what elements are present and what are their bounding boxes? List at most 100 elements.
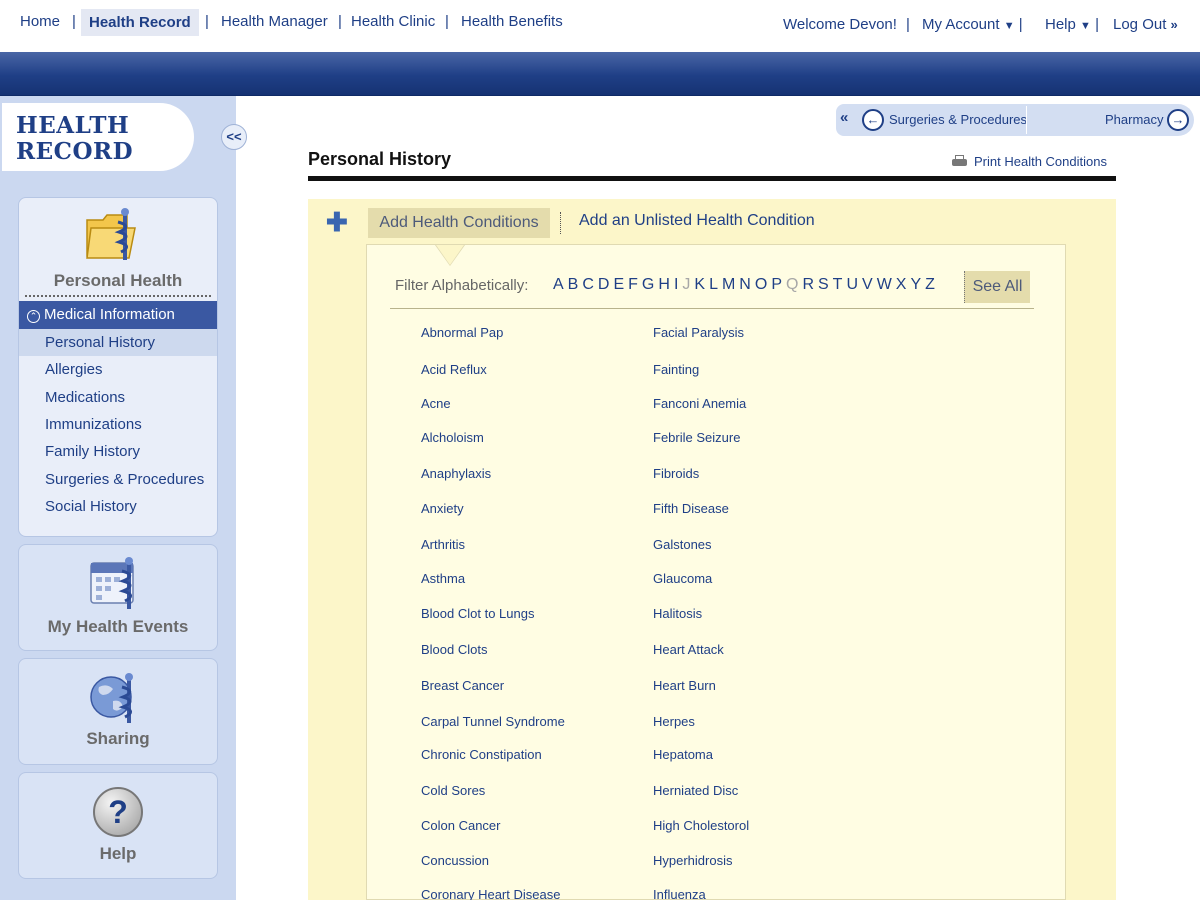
nav-health-benefits-link[interactable]: Health Benefits [461,13,563,30]
letter-filter-o[interactable]: O [755,276,767,293]
letter-filter-g[interactable]: G [642,276,654,293]
condition-link[interactable]: Coronary Heart Disease [421,887,560,900]
condition-link[interactable]: Blood Clot to Lungs [421,606,534,621]
condition-link[interactable]: Asthma [421,571,465,586]
question-mark-icon: ? [93,787,143,837]
letter-filter-z[interactable]: Z [925,276,935,293]
letter-filter-c[interactable]: C [582,276,594,293]
collapse-sidebar-button[interactable]: << [221,124,247,150]
next-section-button[interactable]: → [1167,109,1189,131]
letter-filter-v[interactable]: V [862,276,873,293]
condition-link[interactable]: Abnormal Pap [421,325,503,340]
condition-link[interactable]: Blood Clots [421,642,487,657]
letter-filter-a[interactable]: A [553,276,564,293]
my-health-events-panel[interactable]: My Health Events [18,544,218,651]
condition-link[interactable]: Herpes [653,714,695,729]
sidebar-item-family-history[interactable]: Family History [19,438,217,465]
sidebar-item-allergies[interactable]: Allergies [19,356,217,383]
logo-line-1: HEALTH [16,112,130,139]
medical-information-header[interactable]: ⌃ Medical Information [19,301,217,329]
my-account-menu[interactable]: My Account ▼ | [922,16,1023,33]
letter-filter-i[interactable]: I [674,276,678,293]
nav-health-clinic-link[interactable]: Health Clinic [351,13,435,30]
condition-link[interactable]: Colon Cancer [421,818,501,833]
letter-filter-q: Q [785,276,799,293]
folder-health-icon [86,208,136,260]
double-chevron-down-icon: » [1170,17,1178,32]
help-panel[interactable]: ? Help [18,772,218,879]
previous-section-button[interactable]: ← [862,109,884,131]
condition-link[interactable]: Hyperhidrosis [653,853,732,868]
condition-link[interactable]: Heart Attack [653,642,724,657]
condition-link[interactable]: Concussion [421,853,489,868]
nav-health-manager-link[interactable]: Health Manager [221,13,328,30]
condition-link[interactable]: Influenza [653,887,706,900]
letter-filter-x[interactable]: X [896,276,907,293]
condition-link[interactable]: High Cholestorol [653,818,749,833]
condition-link[interactable]: Fifth Disease [653,501,729,516]
letter-filter-p[interactable]: P [771,276,782,293]
letter-filter-y[interactable]: Y [910,276,921,293]
nav-health-record-link[interactable]: Health Record [81,9,199,36]
sidebar-item-immunizations[interactable]: Immunizations [19,411,217,438]
tab-add-health-conditions[interactable]: Add Health Conditions [368,208,550,238]
letter-filter-r[interactable]: R [802,276,814,293]
sidebar-item-social-history[interactable]: Social History [19,493,217,520]
condition-link[interactable]: Alcholoism [421,430,484,445]
condition-link[interactable]: Galstones [653,537,712,552]
letter-filter-t[interactable]: T [833,276,843,293]
letter-filter-e[interactable]: E [613,276,624,293]
help-menu[interactable]: Help ▼ | [1045,16,1099,33]
header-banner [0,52,1200,96]
letter-filter-w[interactable]: W [877,276,892,293]
condition-link[interactable]: Acid Reflux [421,362,487,377]
condition-link[interactable]: Facial Paralysis [653,325,744,340]
sidebar-item-surgeries-procedures[interactable]: Surgeries & Procedures [19,466,217,493]
see-all-button[interactable]: See All [964,271,1030,303]
condition-link[interactable]: Cold Sores [421,783,485,798]
letter-filter-m[interactable]: M [722,276,735,293]
condition-link[interactable]: Chronic Constipation [421,747,542,762]
condition-link[interactable]: Carpal Tunnel Syndrome [421,714,565,729]
tab-add-unlisted-condition[interactable]: Add an Unlisted Health Condition [579,212,815,230]
condition-link[interactable]: Fibroids [653,466,699,481]
condition-link[interactable]: Hepatoma [653,747,713,762]
condition-link[interactable]: Fanconi Anemia [653,396,746,411]
record-section-navigator: « ← Surgeries & Procedures Pharmacy → [836,104,1194,136]
condition-link[interactable]: Heart Burn [653,678,716,693]
condition-link[interactable]: Arthritis [421,537,465,552]
medical-information-label: Medical Information [44,306,175,323]
my-health-events-title: My Health Events [47,617,189,636]
print-health-conditions-link[interactable]: Print Health Conditions [952,154,1107,169]
letter-filter-k[interactable]: K [694,276,705,293]
letter-filter-b[interactable]: B [568,276,579,293]
top-navigation: Home | Health Record | Health Manager | … [0,0,1200,52]
sidebar-item-medications[interactable]: Medications [19,384,217,411]
condition-link[interactable]: Herniated Disc [653,783,738,798]
condition-link[interactable]: Halitosis [653,606,702,621]
condition-link[interactable]: Febrile Seizure [653,430,740,445]
personal-health-title[interactable]: Personal Health [19,271,217,291]
condition-link[interactable]: Glaucoma [653,571,712,586]
condition-link[interactable]: Fainting [653,362,699,377]
condition-link[interactable]: Anxiety [421,501,464,516]
next-section-label[interactable]: Pharmacy [1105,112,1164,127]
sidebar-item-personal-history[interactable]: Personal History [19,329,217,356]
log-out-link[interactable]: Log Out » [1113,16,1178,33]
nav-home-link[interactable]: Home [20,13,60,30]
letter-filter-n[interactable]: N [739,276,751,293]
letter-filter-u[interactable]: U [846,276,858,293]
title-divider [308,176,1116,181]
letter-filter-l[interactable]: L [709,276,718,293]
condition-link[interactable]: Breast Cancer [421,678,504,693]
double-chevron-left-icon[interactable]: « [840,109,848,126]
letter-filter-h[interactable]: H [658,276,670,293]
sharing-panel[interactable]: Sharing [18,658,218,765]
letter-filter-d[interactable]: D [598,276,610,293]
letter-filter-f[interactable]: F [628,276,638,293]
condition-link[interactable]: Anaphylaxis [421,466,491,481]
condition-link[interactable]: Acne [421,396,451,411]
letter-filter-s[interactable]: S [818,276,829,293]
tab-pointer [436,245,464,265]
previous-section-label[interactable]: Surgeries & Procedures [889,112,1027,127]
